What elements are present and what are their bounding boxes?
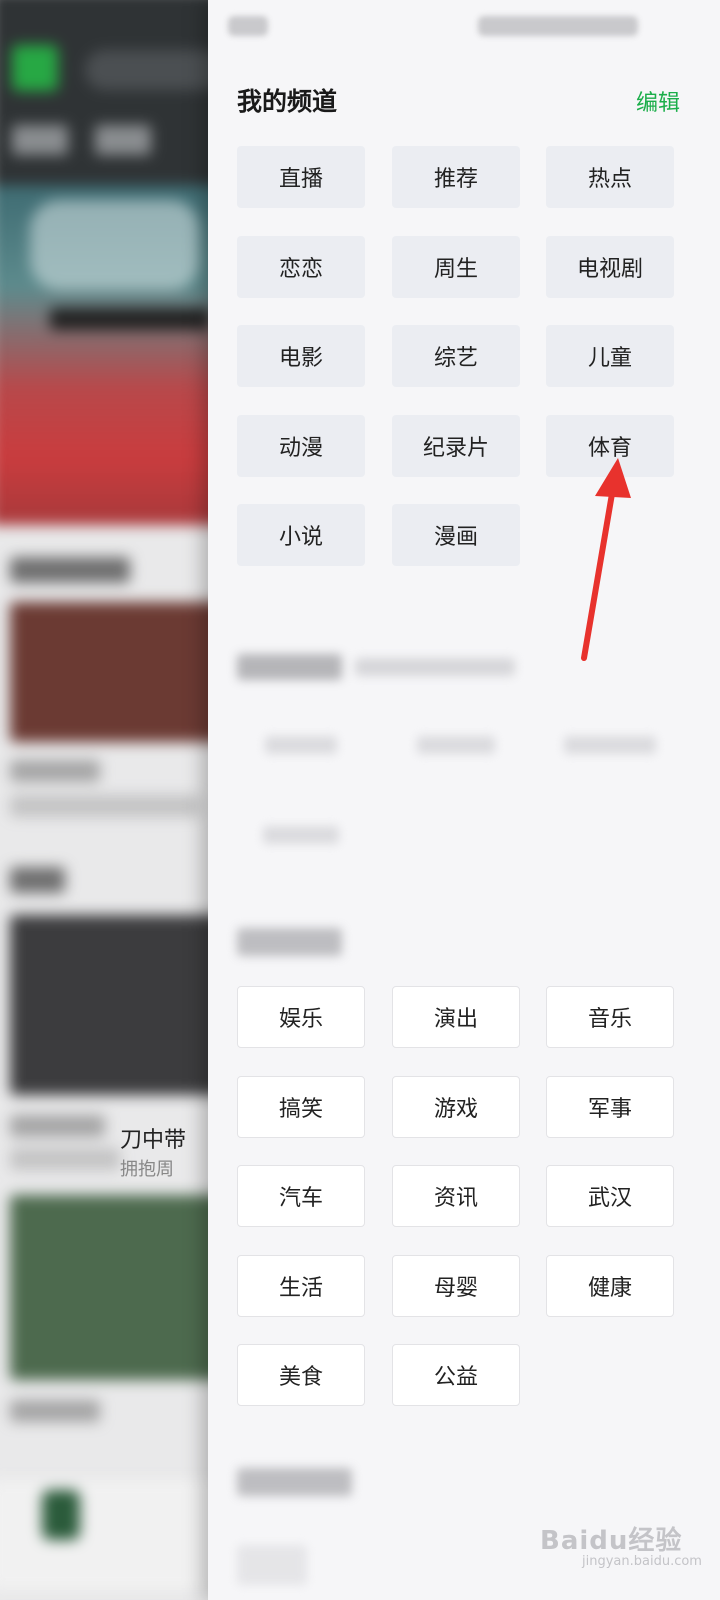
my-channel-chip[interactable]: 电视剧 xyxy=(546,236,674,298)
baidu-watermark: Baidu经验 xyxy=(540,1526,683,1556)
bg-feed-text: 拥抱周 xyxy=(120,1159,174,1180)
bg-thumbnail xyxy=(10,915,215,1095)
my-channel-chip[interactable]: 直播 xyxy=(237,146,365,208)
more-channel-chip[interactable]: 汽车 xyxy=(237,1165,365,1227)
bg-text-line xyxy=(10,1115,105,1137)
bg-text-line xyxy=(10,760,100,782)
my-channel-chip[interactable]: 漫画 xyxy=(392,504,520,566)
bg-banner-caption xyxy=(50,308,210,330)
more-channel-chip[interactable]: 资讯 xyxy=(392,1165,520,1227)
more-channel-chip[interactable]: 健康 xyxy=(546,1255,674,1317)
more-channel-chip[interactable]: 游戏 xyxy=(392,1076,520,1138)
blurred-chip xyxy=(237,1545,307,1585)
my-channel-chip[interactable]: 热点 xyxy=(546,146,674,208)
bg-search-bar xyxy=(85,50,215,90)
my-channel-chip[interactable]: 体育 xyxy=(546,415,674,477)
bg-app-logo xyxy=(12,45,58,91)
bg-text-line xyxy=(10,1148,120,1170)
status-indicators xyxy=(478,16,638,36)
bg-feed-text: 刀中带 xyxy=(120,1128,187,1153)
bg-home-icon xyxy=(42,1490,80,1540)
edit-button[interactable]: 编辑 xyxy=(636,85,680,117)
my-channel-chip[interactable]: 周生 xyxy=(392,236,520,298)
more-channel-chip[interactable]: 美食 xyxy=(237,1344,365,1406)
bg-banner-title xyxy=(30,200,200,290)
bg-tab xyxy=(95,125,151,155)
more-channel-chip[interactable]: 武汉 xyxy=(546,1165,674,1227)
blurred-channel-section xyxy=(237,654,697,874)
bg-thumbnail xyxy=(10,602,215,742)
background-app: 刀中带 拥抱周 xyxy=(0,0,215,1600)
blurred-chip xyxy=(392,714,520,776)
background-blur-layer xyxy=(0,0,215,1600)
drawer-header: 我的频道 编辑 xyxy=(237,82,680,122)
my-channel-chip[interactable]: 综艺 xyxy=(392,325,520,387)
bg-bottom-nav xyxy=(0,1480,215,1590)
more-channel-chip[interactable]: 母婴 xyxy=(392,1255,520,1317)
blurred-chip xyxy=(237,714,365,776)
bg-header xyxy=(0,0,215,190)
my-channel-chip[interactable]: 电影 xyxy=(237,325,365,387)
my-channel-chip[interactable]: 纪录片 xyxy=(392,415,520,477)
more-channel-chip[interactable]: 娱乐 xyxy=(237,986,365,1048)
my-channel-chip[interactable]: 恋恋 xyxy=(237,236,365,298)
more-channel-chip[interactable]: 生活 xyxy=(237,1255,365,1317)
bg-tab xyxy=(12,125,68,155)
my-channel-chip[interactable]: 儿童 xyxy=(546,325,674,387)
channel-drawer: 我的频道 编辑 直播 推荐 热点恋恋 周生 电视剧电影 综艺 儿童动漫 纪录片 体育小说 漫画 娱… xyxy=(208,0,720,1600)
my-channel-chip[interactable]: 动漫 xyxy=(237,415,365,477)
more-channel-chip[interactable]: 搞笑 xyxy=(237,1076,365,1138)
drawer-title: 我的频道 xyxy=(237,87,338,116)
bg-text-line xyxy=(10,795,200,817)
baidu-watermark-url: jingyan.baidu.com xyxy=(582,1554,702,1569)
bg-thumbnail xyxy=(10,1195,215,1380)
status-bar xyxy=(208,0,720,56)
bg-text-line xyxy=(10,1400,100,1422)
bg-section-heading xyxy=(10,867,65,893)
more-channel-chip[interactable]: 公益 xyxy=(392,1344,520,1406)
more-channel-chip[interactable]: 音乐 xyxy=(546,986,674,1048)
more-channel-chip[interactable]: 演出 xyxy=(392,986,520,1048)
blurred-section-title xyxy=(237,928,342,956)
my-channel-chip[interactable]: 推荐 xyxy=(392,146,520,208)
status-signal xyxy=(228,16,268,36)
blurred-section-title xyxy=(237,1468,352,1496)
blurred-chip xyxy=(237,804,365,866)
blurred-chip xyxy=(546,714,674,776)
blurred-section-subtitle xyxy=(355,658,515,676)
more-channel-chip[interactable]: 军事 xyxy=(546,1076,674,1138)
blurred-section-title xyxy=(237,654,342,680)
bg-section-heading xyxy=(10,557,130,583)
my-channel-chip[interactable]: 小说 xyxy=(237,504,365,566)
